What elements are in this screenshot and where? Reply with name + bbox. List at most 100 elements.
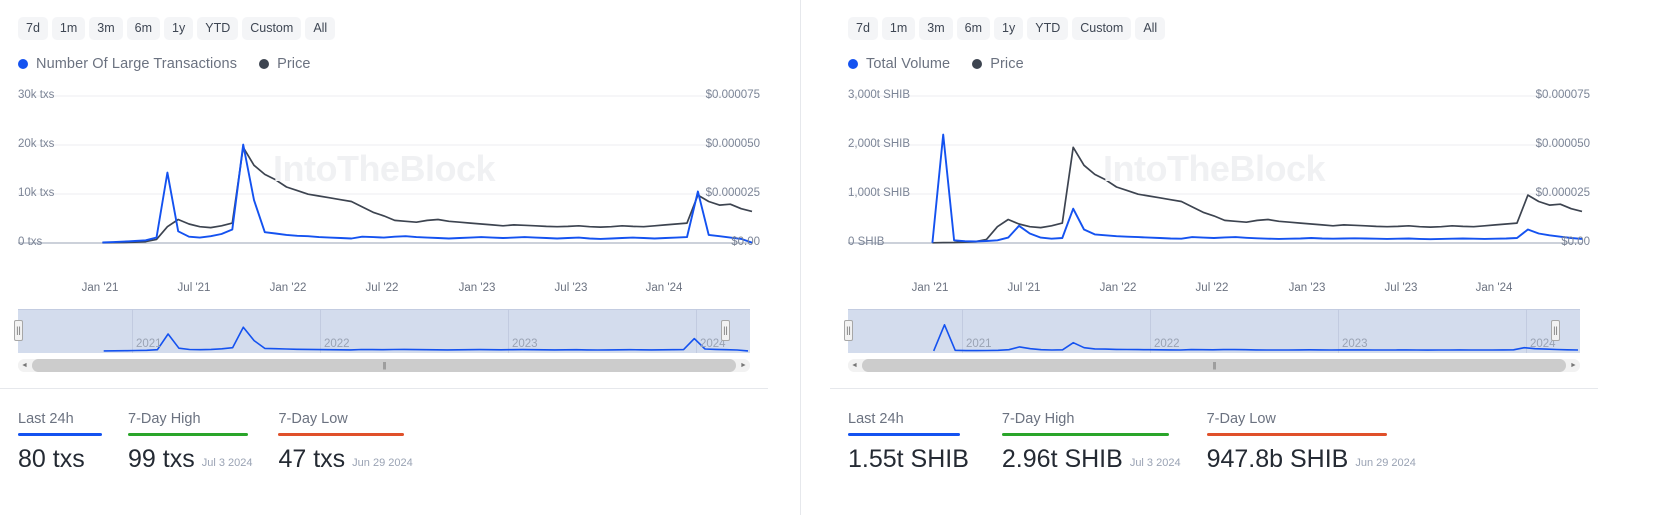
stat-title: 7-Day High (1001, 411, 1075, 427)
navigator-sparkline (103, 326, 749, 352)
stat-date: Jul 3 2024 (1129, 456, 1181, 469)
scrollbar-right-arrow-icon[interactable]: ► (1567, 359, 1580, 372)
navigator-handle-left[interactable]: || (14, 320, 23, 341)
x-axis-tick-label: Jan '23 (1288, 282, 1326, 294)
range-tab-ytd[interactable]: YTD (1027, 17, 1069, 40)
stat-last-24h: Last 24h 1.55t SHIB (848, 411, 1002, 471)
range-tab-custom[interactable]: Custom (1072, 17, 1132, 40)
legend-item-total-volume[interactable]: Total Volume (848, 56, 950, 72)
chart-area-right[interactable]: IntoTheBlock 3,000t SHIB 2,000t SHIB 1,0… (830, 84, 1598, 279)
scrollbar-right[interactable]: ||| ◄ ► (848, 359, 1580, 372)
stat-last-24h: Last 24h 80 txs (18, 411, 128, 471)
x-axis-tick-label: Jul '23 (1384, 282, 1418, 294)
y-axis-label-left: 3,000t SHIB (848, 89, 911, 101)
scrollbar-left-arrow-icon[interactable]: ◄ (18, 359, 31, 372)
navigator-left[interactable]: 2021 2022 2023 2024 || || (14, 309, 750, 353)
y-axis-label-left: 0 SHIB (848, 236, 885, 248)
range-tab-3m[interactable]: 3m (919, 17, 953, 40)
range-tab-all[interactable]: All (1135, 17, 1166, 40)
stat-date: Jun 29 2024 (352, 456, 413, 469)
range-tab-all[interactable]: All (305, 17, 336, 40)
range-tab-group-right: 7d 1m 3m 6m 1y YTD Custom All (830, 0, 1598, 40)
legend-item-large-transactions[interactable]: Number Of Large Transactions (18, 56, 237, 72)
x-axis-tick-label: Jan '24 (1475, 282, 1513, 294)
stat-value: 2.96t SHIB (1001, 444, 1123, 473)
x-axis-tick-label: Jan '23 (458, 282, 496, 294)
y-axis-label-right: $0.000075 (1535, 89, 1590, 101)
legend-dot-icon (18, 59, 28, 69)
stat-title: 7-Day High (128, 411, 201, 427)
range-tab-7d[interactable]: 7d (18, 17, 48, 40)
y-axis-label-right: $0.000025 (705, 187, 760, 199)
stats-row-right: Last 24h 1.55t SHIB 7-Day High 2.96t SHI… (830, 389, 1598, 471)
x-axis-left: Jan '21 Jul '21 Jan '22 Jul '22 Jan '23 … (0, 279, 768, 301)
y-axis-label-left: 30k txs (18, 89, 55, 101)
dual-chart-dashboard: 7d 1m 3m 6m 1y YTD Custom All Number Of … (0, 0, 1668, 515)
navigator-right[interactable]: 2021 2022 2023 2024 || || (844, 309, 1580, 353)
panel-large-transactions: 7d 1m 3m 6m 1y YTD Custom All Number Of … (0, 0, 768, 515)
stat-value: 99 txs (128, 444, 195, 473)
chart-plot-left (18, 95, 753, 244)
y-axis-label-left: 20k txs (18, 138, 55, 150)
stat-underline (278, 433, 405, 436)
scrollbar-thumb[interactable]: ||| (862, 359, 1566, 372)
stat-value: 47 txs (278, 444, 346, 473)
stat-title: Last 24h (848, 411, 904, 427)
range-tab-7d[interactable]: 7d (848, 17, 878, 40)
y-axis-label-left: 10k txs (18, 187, 55, 199)
range-tab-1m[interactable]: 1m (881, 17, 916, 40)
stat-7-day-low: 7-Day Low 47 txs Jun 29 2024 (278, 411, 438, 471)
y-axis-label-right: $0.000050 (705, 138, 760, 150)
chart-area-left[interactable]: IntoTheBlock 30k txs 20k txs 10k txs 0 t… (0, 84, 768, 279)
legend-item-price[interactable]: Price (972, 56, 1024, 72)
navigator-year-label: 2022 (324, 338, 350, 350)
legend-dot-icon (972, 59, 983, 69)
navigator-handle-left[interactable]: || (844, 320, 853, 341)
x-axis-tick-label: Jan '21 (911, 282, 949, 294)
navigator-year-label: 2022 (1154, 338, 1180, 350)
legend-dot-icon (848, 59, 858, 69)
y-axis-label-right: $0.000075 (705, 89, 760, 101)
scrollbar-left[interactable]: ||| ◄ ► (18, 359, 750, 372)
y-axis-label-left: 2,000t SHIB (848, 138, 911, 150)
range-tab-6m[interactable]: 6m (126, 17, 161, 40)
navigator-handle-right[interactable]: || (1551, 320, 1560, 341)
range-tab-1y[interactable]: 1y (994, 17, 1024, 40)
navigator-sparkline (932, 324, 1579, 352)
scrollbar-right-arrow-icon[interactable]: ► (737, 359, 750, 372)
x-axis-tick-label: Jul '21 (177, 282, 211, 294)
legend-label: Price (990, 56, 1024, 72)
x-axis-tick-label: Jan '22 (269, 282, 307, 294)
range-tab-1y[interactable]: 1y (164, 17, 194, 40)
stat-underline (1206, 433, 1387, 436)
stat-title: Last 24h (18, 411, 74, 427)
range-tab-3m[interactable]: 3m (89, 17, 123, 40)
range-tab-6m[interactable]: 6m (956, 17, 991, 40)
stat-value: 947.8b SHIB (1206, 444, 1349, 473)
scrollbar-left-arrow-icon[interactable]: ◄ (848, 359, 861, 372)
navigator-year-label: 2021 (966, 338, 992, 350)
range-tab-1m[interactable]: 1m (51, 17, 86, 40)
stat-title: 7-Day Low (1206, 411, 1276, 427)
legend-right: Total Volume Price (830, 40, 1598, 72)
range-tab-ytd[interactable]: YTD (197, 17, 239, 40)
x-axis-tick-label: Jul '21 (1007, 282, 1041, 294)
stat-value: 1.55t SHIB (848, 444, 969, 473)
stat-7-day-high: 7-Day High 99 txs Jul 3 2024 (128, 411, 278, 471)
scrollbar-thumb[interactable]: ||| (32, 359, 736, 372)
navigator-year-label: 2023 (1342, 338, 1368, 350)
stat-7-day-high: 7-Day High 2.96t SHIB Jul 3 2024 (1001, 411, 1207, 473)
stat-value: 80 txs (18, 444, 85, 473)
stat-date: Jun 29 2024 (1355, 456, 1416, 469)
x-axis-tick-label: Jul '23 (554, 282, 588, 294)
chart-plot-right (848, 95, 1583, 244)
stat-7-day-low: 7-Day Low 947.8b SHIB Jun 29 2024 (1206, 411, 1442, 473)
range-tab-custom[interactable]: Custom (242, 17, 302, 40)
y-axis-label-left: 1,000t SHIB (848, 187, 911, 199)
stat-underline (848, 433, 960, 436)
stat-underline (1001, 433, 1169, 436)
x-axis-tick-label: Jan '21 (81, 282, 119, 294)
legend-label: Total Volume (866, 56, 951, 72)
navigator-handle-right[interactable]: || (721, 320, 730, 341)
legend-item-price[interactable]: Price (259, 56, 311, 72)
